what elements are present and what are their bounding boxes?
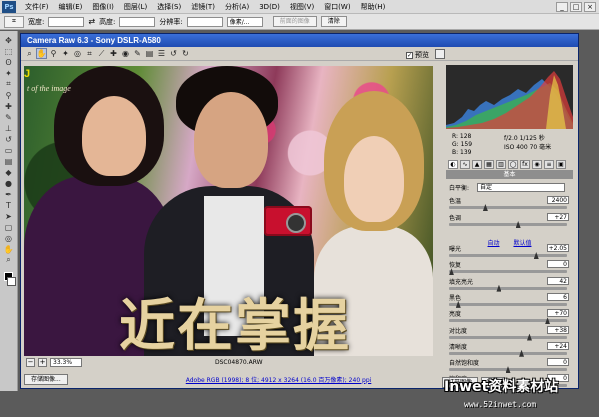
crop-tool-icon[interactable]: ⌗ bbox=[2, 79, 15, 89]
adjustment-brush-icon[interactable]: ✎ bbox=[132, 48, 143, 59]
close-button[interactable]: × bbox=[584, 1, 596, 12]
fullscreen-toggle-button[interactable] bbox=[435, 49, 445, 59]
options-bar: ⌗ 宽度: ⇄ 高度: 分辨率: 像素/... 前面的图像 清除 bbox=[0, 14, 599, 30]
crop-icon: ⌗ bbox=[12, 17, 16, 25]
resolution-unit-select[interactable]: 像素/... bbox=[226, 16, 263, 27]
rotate-left-icon[interactable]: ↺ bbox=[168, 48, 179, 59]
red-eye-icon[interactable]: ◉ bbox=[120, 48, 131, 59]
menu-item[interactable]: 图层(L) bbox=[119, 0, 152, 14]
menu-item[interactable]: 滤镜(T) bbox=[186, 0, 220, 14]
front-image-button[interactable]: 前面的图像 bbox=[272, 16, 317, 27]
minimize-button[interactable]: _ bbox=[556, 1, 568, 12]
camera-raw-dialog: Camera Raw 6.3 - Sony DSLR-A580 ⌕ ✋ ⚲ ✦ … bbox=[20, 33, 579, 389]
crop-tool-preset[interactable]: ⌗ bbox=[4, 15, 24, 28]
preview-check-icon[interactable]: ✓ bbox=[406, 51, 413, 59]
maximize-button[interactable]: □ bbox=[570, 1, 582, 12]
rotate-right-icon[interactable]: ↻ bbox=[180, 48, 191, 59]
eyedropper-tool-icon[interactable]: ⚲ bbox=[2, 90, 15, 100]
menu-item[interactable]: 分析(A) bbox=[220, 0, 254, 14]
brush-tool-icon[interactable]: ✎ bbox=[2, 112, 15, 122]
spot-removal-icon[interactable]: ✚ bbox=[108, 48, 119, 59]
site-watermark-title: Inwet资料素材站 bbox=[444, 379, 559, 395]
man-face bbox=[194, 92, 268, 188]
menu-item[interactable]: 图像(I) bbox=[87, 0, 119, 14]
hand-tool-icon[interactable]: ✋ bbox=[2, 244, 15, 254]
eraser-tool-icon[interactable]: ▭ bbox=[2, 145, 15, 155]
file-name: DSC04870.ARW bbox=[215, 359, 263, 366]
site-watermark-url: www.52inwet.com bbox=[464, 400, 537, 409]
background-color-swatch[interactable] bbox=[7, 277, 16, 286]
zoom-tool-icon[interactable]: ⌕ bbox=[2, 255, 15, 265]
save-image-button[interactable]: 存储图像... bbox=[24, 373, 68, 385]
menu-item[interactable]: 视图(V) bbox=[285, 0, 319, 14]
3d-tool-icon[interactable]: ◎ bbox=[2, 233, 15, 243]
stamp-tool-icon[interactable]: ⊥ bbox=[2, 123, 15, 133]
blur-tool-icon[interactable]: ◆ bbox=[2, 167, 15, 177]
image-preview[interactable]: J t of the image 近在掌握 bbox=[24, 66, 433, 356]
photoshop-logo: Ps bbox=[2, 0, 16, 13]
magic-wand-tool-icon[interactable]: ✦ bbox=[2, 68, 15, 78]
preferences-icon[interactable]: ☰ bbox=[156, 48, 167, 59]
dialog-title: Camera Raw 6.3 - Sony DSLR-A580 bbox=[21, 34, 578, 47]
marquee-tool-icon[interactable]: ⬚ bbox=[2, 46, 15, 56]
image-tagline: t of the image bbox=[27, 84, 71, 93]
image-logo-mark: J bbox=[24, 68, 31, 80]
targeted-adjust-icon[interactable]: ◎ bbox=[72, 48, 83, 59]
preview-checkbox[interactable]: ✓ 预览 bbox=[406, 50, 429, 60]
image-slogan: 近在掌握 bbox=[119, 293, 351, 356]
zoom-level-select[interactable]: 33.3% bbox=[50, 358, 82, 367]
preview-label: 预览 bbox=[415, 51, 429, 59]
gradient-tool-icon[interactable]: ▤ bbox=[2, 156, 15, 166]
window-controls: _ □ × bbox=[556, 1, 599, 12]
type-tool-icon[interactable]: T bbox=[2, 200, 15, 210]
white-balance-icon[interactable]: ⚲ bbox=[48, 48, 59, 59]
menu-item[interactable]: 编辑(E) bbox=[54, 0, 88, 14]
workflow-options-link[interactable]: Adobe RGB (1998); 8 位; 4912 x 3264 (16.0… bbox=[186, 375, 372, 384]
hand-icon[interactable]: ✋ bbox=[36, 48, 47, 59]
swap-icon[interactable]: ⇄ bbox=[88, 17, 95, 26]
width-input[interactable] bbox=[48, 16, 85, 27]
woman-left-face bbox=[82, 96, 146, 176]
dodge-tool-icon[interactable]: ● bbox=[2, 178, 15, 188]
lasso-tool-icon[interactable]: ʘ bbox=[2, 57, 15, 67]
zoom-icon[interactable]: ⌕ bbox=[24, 48, 35, 59]
pen-tool-icon[interactable]: ✒ bbox=[2, 189, 15, 199]
shape-tool-icon[interactable]: ▢ bbox=[2, 222, 15, 232]
menu-bar: Ps 文件(F) 编辑(E) 图像(I) 图层(L) 选择(S) 滤镜(T) 分析(A) 3D… bbox=[0, 0, 599, 14]
menu-item[interactable]: 3D(D) bbox=[254, 0, 285, 14]
move-tool-icon[interactable]: ✥ bbox=[2, 35, 15, 45]
zoom-out-button[interactable]: − bbox=[26, 358, 35, 367]
site-watermark: Inwet资料素材站 www.52inwet.com bbox=[444, 376, 599, 417]
graduated-filter-icon[interactable]: ▤ bbox=[144, 48, 155, 59]
resolution-input[interactable] bbox=[186, 16, 223, 27]
path-selection-icon[interactable]: ➤ bbox=[2, 211, 15, 221]
color-sampler-icon[interactable]: ✦ bbox=[60, 48, 71, 59]
menu-item[interactable]: 窗口(W) bbox=[319, 0, 355, 14]
menu-item[interactable]: 帮助(H) bbox=[356, 0, 391, 14]
straighten-icon[interactable]: ⟋ bbox=[96, 48, 107, 59]
menu-item[interactable]: 文件(F) bbox=[20, 0, 54, 14]
healing-tool-icon[interactable]: ✚ bbox=[2, 101, 15, 111]
clear-button[interactable]: 清除 bbox=[320, 16, 347, 27]
history-brush-icon[interactable]: ↺ bbox=[2, 134, 15, 144]
width-label: 宽度: bbox=[28, 17, 45, 26]
woman-right-face bbox=[344, 136, 404, 222]
menu-item[interactable]: 选择(S) bbox=[152, 0, 186, 14]
zoom-in-button[interactable]: + bbox=[38, 358, 47, 367]
image-status-strip: − + 33.3% DSC04870.ARW bbox=[24, 357, 433, 368]
camera-lens bbox=[286, 213, 306, 233]
camera-raw-toolbar: ⌕ ✋ ⚲ ✦ ◎ ⌗ ⟋ ✚ ◉ ✎ ▤ ☰ ↺ ↻ bbox=[21, 47, 578, 61]
resolution-label: 分辨率: bbox=[159, 17, 183, 26]
height-label: 高度: bbox=[99, 17, 116, 26]
height-input[interactable] bbox=[119, 16, 156, 27]
crop-icon[interactable]: ⌗ bbox=[84, 48, 95, 59]
toolbox: ✥ ⬚ ʘ ✦ ⌗ ⚲ ✚ ✎ ⊥ ↺ ▭ ▤ ◆ ● ✒ T ➤ ▢ ◎ ✋ … bbox=[0, 31, 18, 391]
